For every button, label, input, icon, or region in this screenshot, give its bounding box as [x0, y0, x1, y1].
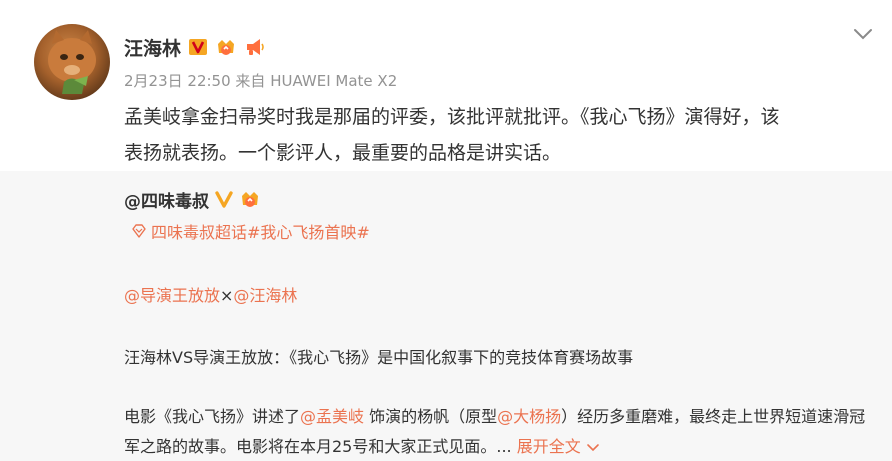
post-text-line: 孟美岐拿金扫帚奖时我是那届的评委，该批评就批评。《我心飞扬》演得好，该 [124, 106, 780, 128]
cat-avatar-image [48, 30, 96, 94]
vip-crown-badge[interactable] [215, 36, 237, 58]
post-text-line: 表扬就表扬。一个影评人，最重要的品格是讲实话。 [124, 142, 562, 164]
source-prefix: 来自 [235, 72, 266, 90]
expand-full-text-link[interactable]: 展开全文 [517, 437, 600, 456]
post-menu-chevron[interactable] [851, 22, 875, 46]
repost-card[interactable]: @四味毒叔 四味毒叔超话#我心飞扬首映# @导演王放放×@汪海林 汪海林VS导演… [0, 171, 892, 461]
post-meta: 2月23日 22:50 来自 HUAWEI Mate X2 [124, 70, 397, 91]
post-timestamp[interactable]: 2月23日 22:50 [124, 72, 231, 90]
mention-link[interactable]: @导演王放放 [124, 286, 220, 305]
mention-link[interactable]: @大杨扬 [497, 407, 561, 426]
author-row: 汪海林 [124, 33, 265, 61]
expand-label: 展开全文 [516, 437, 581, 456]
post-text: 孟美岐拿金扫帚奖时我是那届的评委，该批评就批评。《我心飞扬》演得好，该 表扬就表… [124, 99, 874, 171]
vip-crown-badge[interactable] [239, 188, 261, 210]
megaphone-badge[interactable] [243, 36, 265, 58]
mentions-line: @导演王放放×@汪海林 [124, 282, 297, 306]
avatar[interactable] [34, 24, 110, 100]
repost-author-name[interactable]: @四味毒叔 [124, 187, 209, 212]
mention-link[interactable]: @孟美岐 [300, 407, 364, 426]
repost-body: 电影《我心飞扬》讲述了@孟美岐 饰演的杨帆（原型@大杨扬）经历多重磨难，最终走上… [124, 402, 876, 461]
mention-separator: × [220, 286, 234, 305]
body-text: 饰演的杨帆（原型 [364, 407, 498, 426]
weibo-post: 汪海林 2月23日 22:50 来自 HUAWEI Mate X2 孟美岐拿金扫… [0, 0, 892, 461]
super-topic-link[interactable]: 四味毒叔超话#我心飞扬首映# [131, 219, 370, 243]
body-text: 电影《我心飞扬》讲述了 [124, 407, 301, 426]
chevron-down-icon [587, 443, 599, 451]
super-topic-icon [132, 224, 146, 238]
chevron-down-icon [854, 29, 872, 40]
repost-author-row: @四味毒叔 [124, 186, 261, 212]
author-name[interactable]: 汪海林 [124, 34, 181, 61]
mention-link[interactable]: @汪海林 [233, 286, 297, 305]
source-device: HUAWEI Mate X2 [270, 72, 398, 90]
verified-v-badge[interactable] [187, 36, 209, 58]
repost-headline: 汪海林VS导演王放放：《我心飞扬》是中国化叙事下的竞技体育赛场故事 [124, 348, 634, 367]
super-topic-label: 四味毒叔超话#我心飞扬首映# [151, 223, 370, 242]
verified-v-badge[interactable] [213, 188, 235, 210]
